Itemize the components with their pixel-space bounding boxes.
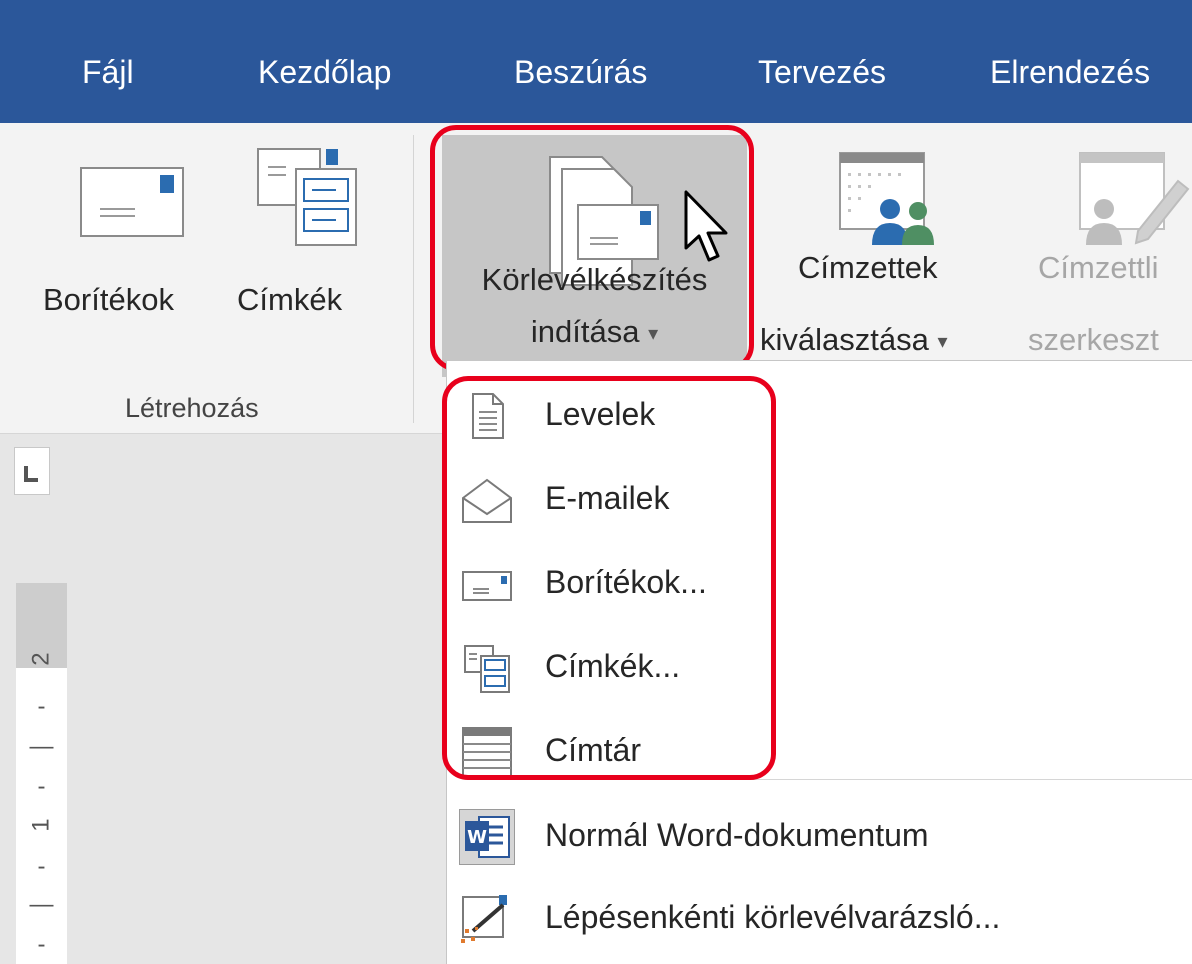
edit-recipients-line2: szerkeszt — [1028, 322, 1159, 357]
left-tab-stop-icon — [24, 466, 38, 482]
svg-text:W: W — [467, 827, 487, 848]
menu-item-label: Lépésenkénti körlevélvarázsló... — [545, 899, 1001, 935]
ruler-mark-2: 2 — [27, 652, 55, 666]
labels-label: Címkék — [237, 282, 343, 317]
tab-insert[interactable]: Beszúrás — [514, 52, 647, 92]
ruler-tick: - — [37, 853, 46, 880]
highlight-frame-button — [430, 125, 754, 371]
select-recipients-line2: kiválasztása — [760, 322, 929, 357]
select-recipients-button[interactable]: Címzettek kiválasztása ▾ — [758, 143, 1008, 383]
wizard-icon — [461, 895, 507, 943]
ruler-tick: - — [37, 931, 46, 958]
ruler-tick: — — [29, 733, 54, 760]
edit-list-icon — [1079, 152, 1190, 245]
recipients-icon — [839, 152, 934, 245]
ruler-tick: - — [37, 693, 46, 720]
labels-button[interactable]: Címkék — [237, 143, 380, 317]
tab-home[interactable]: Kezdőlap — [258, 52, 391, 92]
edit-recipients-line1: Címzettli — [1038, 250, 1159, 285]
labels-icon — [257, 148, 357, 246]
tab-file[interactable]: Fájl — [82, 52, 134, 92]
highlight-frame-items — [442, 376, 776, 780]
select-recipients-line1: Címzettek — [798, 250, 938, 285]
ruler-tick: — — [29, 891, 54, 918]
menu-bar: Fájl Kezdőlap Beszúrás Tervezés Elrendez… — [0, 0, 1192, 123]
tab-design[interactable]: Tervezés — [758, 52, 886, 92]
envelopes-button[interactable]: Borítékok — [35, 143, 215, 317]
word-document-icon: W — [459, 809, 515, 865]
select-recipients-line2-wrap: kiválasztása ▾ — [760, 321, 948, 361]
menu-item-label: Normál Word-dokumentum — [545, 817, 929, 853]
envelopes-label: Borítékok — [43, 282, 174, 317]
envelope-icon — [80, 167, 184, 237]
tab-selector[interactable] — [14, 447, 50, 495]
ruler-tick: - — [37, 773, 46, 800]
menu-item-normal-word-document[interactable]: W Normál Word-dokumentum — [447, 795, 1192, 879]
group-label-create: Létrehozás — [125, 393, 259, 423]
tab-layout[interactable]: Elrendezés — [990, 52, 1150, 92]
chevron-down-icon: ▾ — [937, 330, 948, 353]
ribbon-separator — [413, 135, 414, 423]
edit-recipient-list-button[interactable]: Címzettli szerkeszt — [1028, 143, 1192, 383]
vertical-ruler: 2 - — - 1 - — - — [16, 583, 67, 964]
ruler-mark-1: 1 — [27, 818, 55, 832]
menu-item-mail-merge-wizard[interactable]: Lépésenkénti körlevélvarázsló... — [447, 877, 1192, 961]
